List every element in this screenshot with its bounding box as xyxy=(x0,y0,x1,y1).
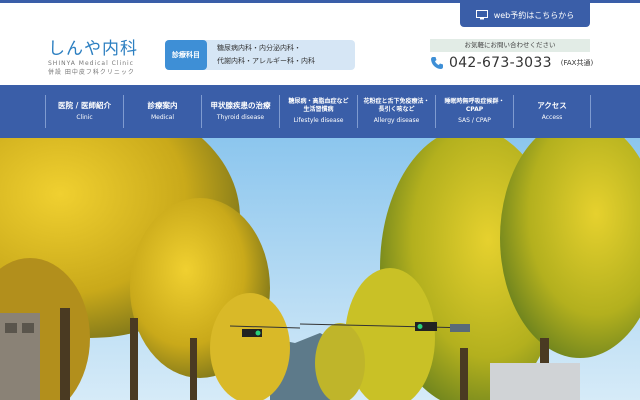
nav-label-en: Access xyxy=(541,114,563,121)
nav-label-jp: 糖尿病・高脂血症など xyxy=(288,98,349,105)
nav-label-jp: 診療案内 xyxy=(147,101,178,110)
departments-list: 糖尿病内科・内分泌内科・ 代謝内科・アレルギー科・内科 xyxy=(207,42,315,68)
nav-label-jp-2: CPAP xyxy=(465,106,484,113)
nav-label-jp-2: 生活習慣病 xyxy=(303,106,334,113)
ginkgo-avenue-photo xyxy=(0,138,640,400)
monitor-icon xyxy=(475,10,488,20)
nav-label-en: Clinic xyxy=(76,114,93,121)
nav-item-allergy[interactable]: 花粉症と舌下免疫療法・ 長引く咳など Allergy disease xyxy=(357,95,435,128)
web-reservation-button[interactable]: web予約はこちらから xyxy=(460,3,590,27)
nav-label-jp-2: 長引く咳など xyxy=(378,106,415,113)
contact-label: お気軽にお問い合わせください xyxy=(430,39,590,52)
departments-line-2: 代謝内科・アレルギー科・内科 xyxy=(217,57,315,65)
nav-label-jp: 医院 / 医師紹介 xyxy=(58,101,111,110)
phone-number[interactable]: 042-673-3033 xyxy=(449,55,552,71)
main-navigation: 医院 / 医師紹介 Clinic 診療案内 Medical 甲状腺疾患の治療 T… xyxy=(0,85,640,138)
nav-label-en: Allergy disease xyxy=(373,117,420,124)
nav-item-clinic[interactable]: 医院 / 医師紹介 Clinic xyxy=(45,95,123,128)
nav-item-lifestyle[interactable]: 糖尿病・高脂血症など 生活習慣病 Lifestyle disease xyxy=(279,95,357,128)
nav-item-thyroid[interactable]: 甲状腺疾患の治療 Thyroid disease xyxy=(201,95,279,128)
nav-label-en: Lifestyle disease xyxy=(293,117,344,124)
nav-label-en: SAS / CPAP xyxy=(458,117,491,124)
logo-affiliate: 併設 田中皮フ科クリニック xyxy=(48,69,135,76)
nav-label-en: Medical xyxy=(151,114,174,121)
nav-label-jp: 花粉症と舌下免疫療法・ xyxy=(363,98,430,105)
web-reservation-label: web予約はこちらから xyxy=(493,10,575,20)
nav-label-en: Thyroid disease xyxy=(216,114,265,121)
departments-label: 診療科目 xyxy=(165,40,207,70)
hero-image xyxy=(0,138,640,400)
logo-title: しんや内科 xyxy=(48,39,138,59)
phone-icon xyxy=(431,57,443,69)
phone-contact[interactable]: 042-673-3033 (FAX共通) xyxy=(430,55,593,71)
nav-label-jp: 睡眠時無呼吸症候群・ xyxy=(444,98,505,105)
nav-item-access[interactable]: アクセス Access xyxy=(513,95,591,128)
departments-line-1: 糖尿病内科・内分泌内科・ xyxy=(217,44,301,52)
fax-note: (FAX共通) xyxy=(560,59,594,67)
departments-box: 診療科目 糖尿病内科・内分泌内科・ 代謝内科・アレルギー科・内科 xyxy=(165,40,355,70)
clinic-logo[interactable]: しんや内科 SHINYA Medical Clinic 併設 田中皮フ科クリニッ… xyxy=(48,34,138,76)
logo-subtitle: SHINYA Medical Clinic xyxy=(48,60,134,67)
nav-item-sas[interactable]: 睡眠時無呼吸症候群・ CPAP SAS / CPAP xyxy=(435,95,513,128)
nav-label-jp: アクセス xyxy=(537,101,567,110)
nav-item-medical[interactable]: 診療案内 Medical xyxy=(123,95,201,128)
nav-label-jp: 甲状腺疾患の治療 xyxy=(210,101,271,110)
